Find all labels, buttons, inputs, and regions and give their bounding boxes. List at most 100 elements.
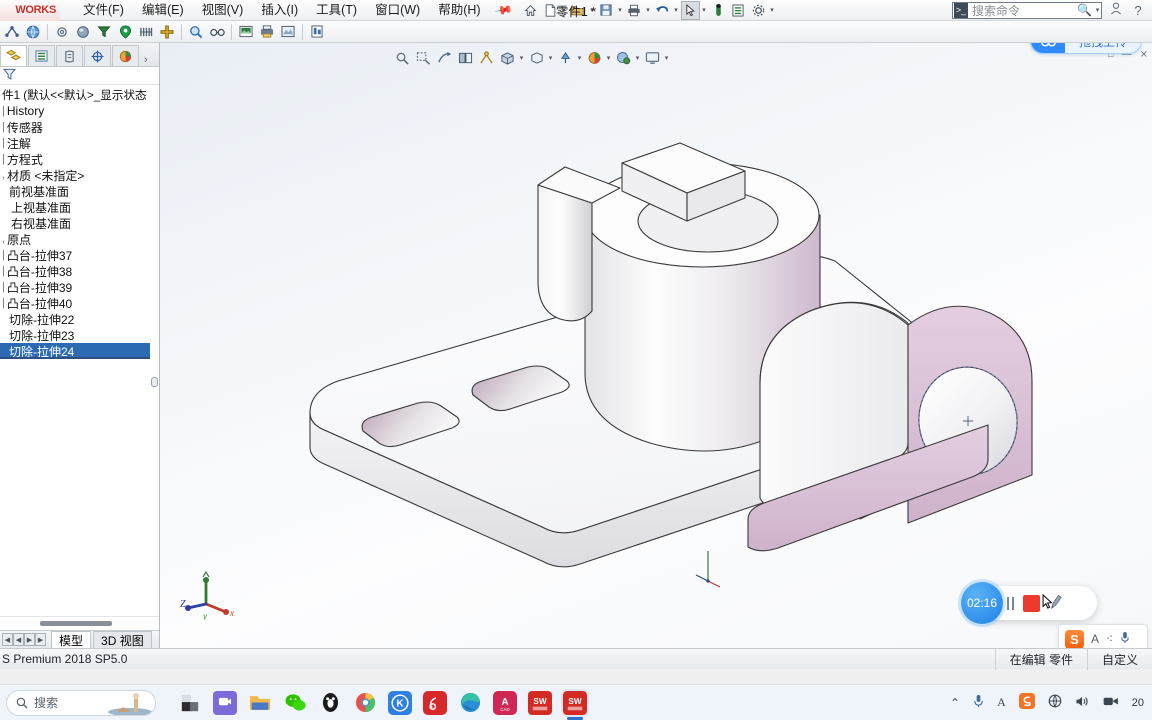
search-caret-icon[interactable]: ▾ bbox=[1094, 6, 1101, 14]
save-icon[interactable] bbox=[597, 1, 616, 20]
cad-model-render[interactable] bbox=[160, 43, 1152, 648]
taskbar-app-wps[interactable]: K bbox=[388, 690, 412, 715]
tree-item-sensors[interactable]: | 传感器 bbox=[0, 119, 159, 135]
funnel-filter-icon[interactable] bbox=[94, 22, 114, 42]
nav-last-button[interactable]: ▶ bbox=[35, 633, 46, 646]
settings-caret-icon[interactable]: ▾ bbox=[769, 6, 776, 14]
menu-tools[interactable]: 工具(T) bbox=[307, 1, 366, 20]
taskbar-clock[interactable]: 20 bbox=[1132, 697, 1144, 709]
menu-insert[interactable]: 插入(I) bbox=[252, 1, 307, 20]
tab-3d-views[interactable]: 3D 视图 bbox=[93, 631, 152, 648]
tree-item-annotations[interactable]: | 注解 bbox=[0, 135, 159, 151]
tree-item-material[interactable]: , 材质 <未指定> bbox=[0, 167, 159, 183]
select-pointer-icon[interactable] bbox=[680, 0, 700, 20]
graphics-viewport[interactable]: ▾ ▾ ▾ ▾ ▾ ▾ ⎕ — ⨯ 拖拽上 bbox=[160, 43, 1152, 648]
help-question-icon[interactable]: ? bbox=[1130, 3, 1146, 18]
tree-hscroll-thumb[interactable] bbox=[40, 621, 112, 626]
options-list-icon[interactable] bbox=[729, 1, 748, 20]
nav-prev-button[interactable]: ◀ bbox=[13, 633, 24, 646]
nav-next-button[interactable]: ▶ bbox=[24, 633, 35, 646]
open-folder-caret-icon[interactable]: ▾ bbox=[589, 6, 596, 14]
tree-item-right-plane[interactable]: 右视基准面 bbox=[0, 215, 159, 231]
tray-recorder-icon[interactable] bbox=[1103, 695, 1119, 710]
menu-edit[interactable]: 编辑(E) bbox=[133, 1, 193, 20]
stop-record-icon[interactable] bbox=[1023, 594, 1040, 612]
tree-item-origin[interactable]: , 原点 bbox=[0, 231, 159, 247]
command-search-box[interactable]: >_ 搜索命令 🔍 ▾ bbox=[952, 1, 1102, 19]
account-icon[interactable] bbox=[1108, 2, 1124, 18]
tray-show-hidden-icon[interactable]: ⌃ bbox=[950, 696, 960, 710]
inspect-glasses-icon[interactable] bbox=[207, 22, 227, 42]
globe-tool-icon[interactable] bbox=[23, 22, 43, 42]
undo-icon[interactable] bbox=[653, 1, 672, 20]
tree-item-part-root[interactable]: 件1 (默认<<默认>_显示状态 1>) bbox=[0, 87, 159, 103]
undo-caret-icon[interactable]: ▾ bbox=[673, 6, 680, 14]
magnifier-icon[interactable]: 🔍 bbox=[1077, 3, 1092, 17]
taskbar-app-edge[interactable] bbox=[458, 691, 482, 715]
new-document-icon[interactable] bbox=[541, 1, 560, 20]
rib-pattern-icon[interactable] bbox=[136, 22, 156, 42]
tree-item-boss-extrude-40[interactable]: | 凸台-拉伸40 bbox=[0, 295, 159, 311]
ime-microphone-icon[interactable] bbox=[1120, 631, 1130, 647]
tree-item-boss-extrude-37[interactable]: | 凸台-拉伸37 bbox=[0, 247, 159, 263]
ime-dots-icon[interactable]: ⁖ bbox=[1106, 632, 1113, 646]
move-cross-icon[interactable] bbox=[157, 22, 177, 42]
gear-feature-icon[interactable] bbox=[52, 22, 72, 42]
menu-view[interactable]: 视图(V) bbox=[193, 1, 253, 20]
menu-window[interactable]: 窗口(W) bbox=[366, 1, 429, 20]
tab-property-manager[interactable] bbox=[28, 45, 55, 66]
taskbar-app-netease-music[interactable] bbox=[423, 690, 447, 715]
shaded-sphere-icon[interactable] bbox=[73, 22, 93, 42]
ime-floating-bar[interactable]: S A ⁖ bbox=[1058, 624, 1148, 648]
new-document-caret-icon[interactable]: ▾ bbox=[561, 6, 568, 14]
nav-first-button[interactable]: ◀ bbox=[2, 633, 13, 646]
tray-sogou-icon[interactable] bbox=[1018, 693, 1035, 712]
rebuild-icon[interactable] bbox=[709, 1, 728, 20]
print-icon[interactable] bbox=[625, 1, 644, 20]
tree-scroll-thumb[interactable] bbox=[151, 377, 158, 387]
print-preview-icon[interactable] bbox=[257, 22, 277, 42]
tree-item-boss-extrude-39[interactable]: | 凸台-拉伸39 bbox=[0, 279, 159, 295]
settings-gear-icon[interactable] bbox=[749, 1, 768, 20]
tree-item-history[interactable]: | History bbox=[0, 103, 159, 119]
taskbar-app-autocad[interactable]: A CAD bbox=[493, 690, 517, 715]
pin-icon[interactable]: 📌 bbox=[493, 0, 513, 20]
tree-item-cut-extrude-23[interactable]: 切除-拉伸23 bbox=[0, 327, 159, 343]
export-map-icon[interactable] bbox=[278, 22, 298, 42]
taskbar-app-chrome[interactable] bbox=[353, 691, 377, 715]
tree-item-cut-extrude-22[interactable]: 切除-拉伸22 bbox=[0, 311, 159, 327]
ime-mode-label[interactable]: A bbox=[1091, 632, 1099, 646]
feature-filter-row[interactable] bbox=[0, 67, 159, 85]
tree-item-equations[interactable]: | 方程式 bbox=[0, 151, 159, 167]
taskbar-app-chat[interactable] bbox=[213, 690, 237, 715]
zoom-tool-icon[interactable] bbox=[186, 22, 206, 42]
menu-file[interactable]: 文件(F) bbox=[74, 1, 133, 20]
report-icon[interactable] bbox=[307, 22, 327, 42]
tree-item-boss-extrude-38[interactable]: | 凸台-拉伸38 bbox=[0, 263, 159, 279]
tab-configuration-manager[interactable] bbox=[56, 45, 83, 66]
select-caret-icon[interactable]: ▾ bbox=[701, 6, 708, 14]
tab-model[interactable]: 模型 bbox=[51, 631, 92, 648]
taskbar-search-box[interactable]: 搜索 bbox=[6, 689, 156, 716]
tab-display-manager[interactable] bbox=[112, 45, 139, 66]
tree-item-top-plane[interactable]: 上视基准面 bbox=[0, 199, 159, 215]
status-custom[interactable]: 自定义 bbox=[1086, 648, 1152, 670]
tray-network-icon[interactable] bbox=[1048, 694, 1062, 711]
location-pin-icon[interactable] bbox=[115, 22, 135, 42]
print-caret-icon[interactable]: ▾ bbox=[645, 6, 652, 14]
taskbar-app-solidworks-1[interactable]: SW bbox=[528, 690, 552, 715]
rollback-bar[interactable] bbox=[0, 357, 159, 359]
screen-recorder-widget[interactable]: 02:16 bbox=[961, 582, 1097, 624]
tree-horizontal-scrollbar[interactable] bbox=[0, 616, 159, 630]
menu-help[interactable]: 帮助(H) bbox=[429, 1, 489, 20]
tab-dimxpert-manager[interactable] bbox=[84, 45, 111, 66]
taskbar-app-solidworks-2[interactable]: SW bbox=[561, 688, 589, 720]
open-folder-icon[interactable] bbox=[569, 1, 588, 20]
measure-tool-icon[interactable] bbox=[2, 22, 22, 42]
capture-image-icon[interactable] bbox=[236, 22, 256, 42]
tree-vertical-scrollbar[interactable] bbox=[150, 85, 159, 616]
taskbar-app-explorer[interactable] bbox=[248, 691, 272, 715]
feature-manager-more-icon[interactable]: › bbox=[144, 54, 148, 66]
tab-feature-tree[interactable] bbox=[0, 45, 27, 66]
tray-microphone-icon[interactable] bbox=[973, 694, 984, 711]
